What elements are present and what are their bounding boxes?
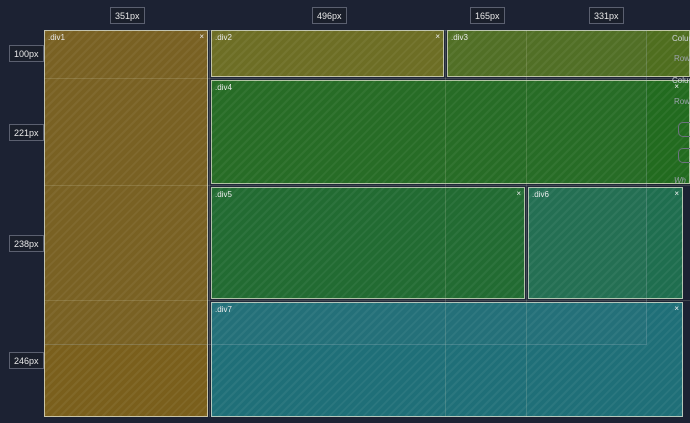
side-panel-button[interactable] — [678, 148, 690, 163]
grid-item-label: .div7 — [215, 305, 232, 314]
grid-line — [44, 78, 690, 79]
side-panel-heading-columns: Colum — [672, 34, 690, 43]
row-size-label-2: 221px — [9, 124, 44, 141]
row-size-label-4: 246px — [9, 352, 44, 369]
column-size-label-1: 351px — [110, 7, 145, 24]
grid-line — [44, 185, 690, 186]
close-icon[interactable]: × — [516, 189, 521, 198]
grid-item-label: .div5 — [215, 190, 232, 199]
column-size-label-4: 331px — [589, 7, 624, 24]
grid-item-div6[interactable]: .div6 × — [528, 187, 683, 299]
side-panel-label-rows: Rows — [674, 54, 690, 63]
row-size-label-1: 100px — [9, 45, 44, 62]
grid-line — [526, 30, 527, 417]
column-size-label-3: 165px — [470, 7, 505, 24]
grid-item-div2[interactable]: .div2 × — [211, 30, 444, 77]
grid-line — [209, 30, 210, 417]
grid-item-label: .div4 — [215, 83, 232, 92]
grid-item-div7[interactable]: .div7 × — [211, 302, 683, 417]
grid-item-div4[interactable]: .div4 × — [211, 80, 690, 184]
grid-item-label: .div3 — [451, 33, 468, 42]
close-icon[interactable]: × — [674, 304, 679, 313]
close-icon[interactable]: × — [435, 32, 440, 41]
grid-item-div5[interactable]: .div5 × — [211, 187, 525, 299]
grid-item-label: .div2 — [215, 33, 232, 42]
grid-item-div1[interactable]: .div1 × — [44, 30, 208, 417]
side-panel-label-what: Wh — [674, 176, 686, 185]
side-panel-heading-columns-gap: Colum — [672, 76, 690, 85]
column-size-label-2: 496px — [312, 7, 347, 24]
row-size-label-3: 238px — [9, 235, 44, 252]
grid-item-label: .div6 — [532, 190, 549, 199]
side-panel-label-row-gap: Row G — [674, 97, 690, 106]
grid-item-div3[interactable]: .div3 — [447, 30, 690, 77]
close-icon[interactable]: × — [674, 189, 679, 198]
close-icon[interactable]: × — [199, 32, 204, 41]
grid-line — [44, 300, 690, 301]
grid-item-label: .div1 — [48, 33, 65, 42]
grid-line — [445, 30, 446, 417]
side-panel-button[interactable] — [678, 122, 690, 137]
